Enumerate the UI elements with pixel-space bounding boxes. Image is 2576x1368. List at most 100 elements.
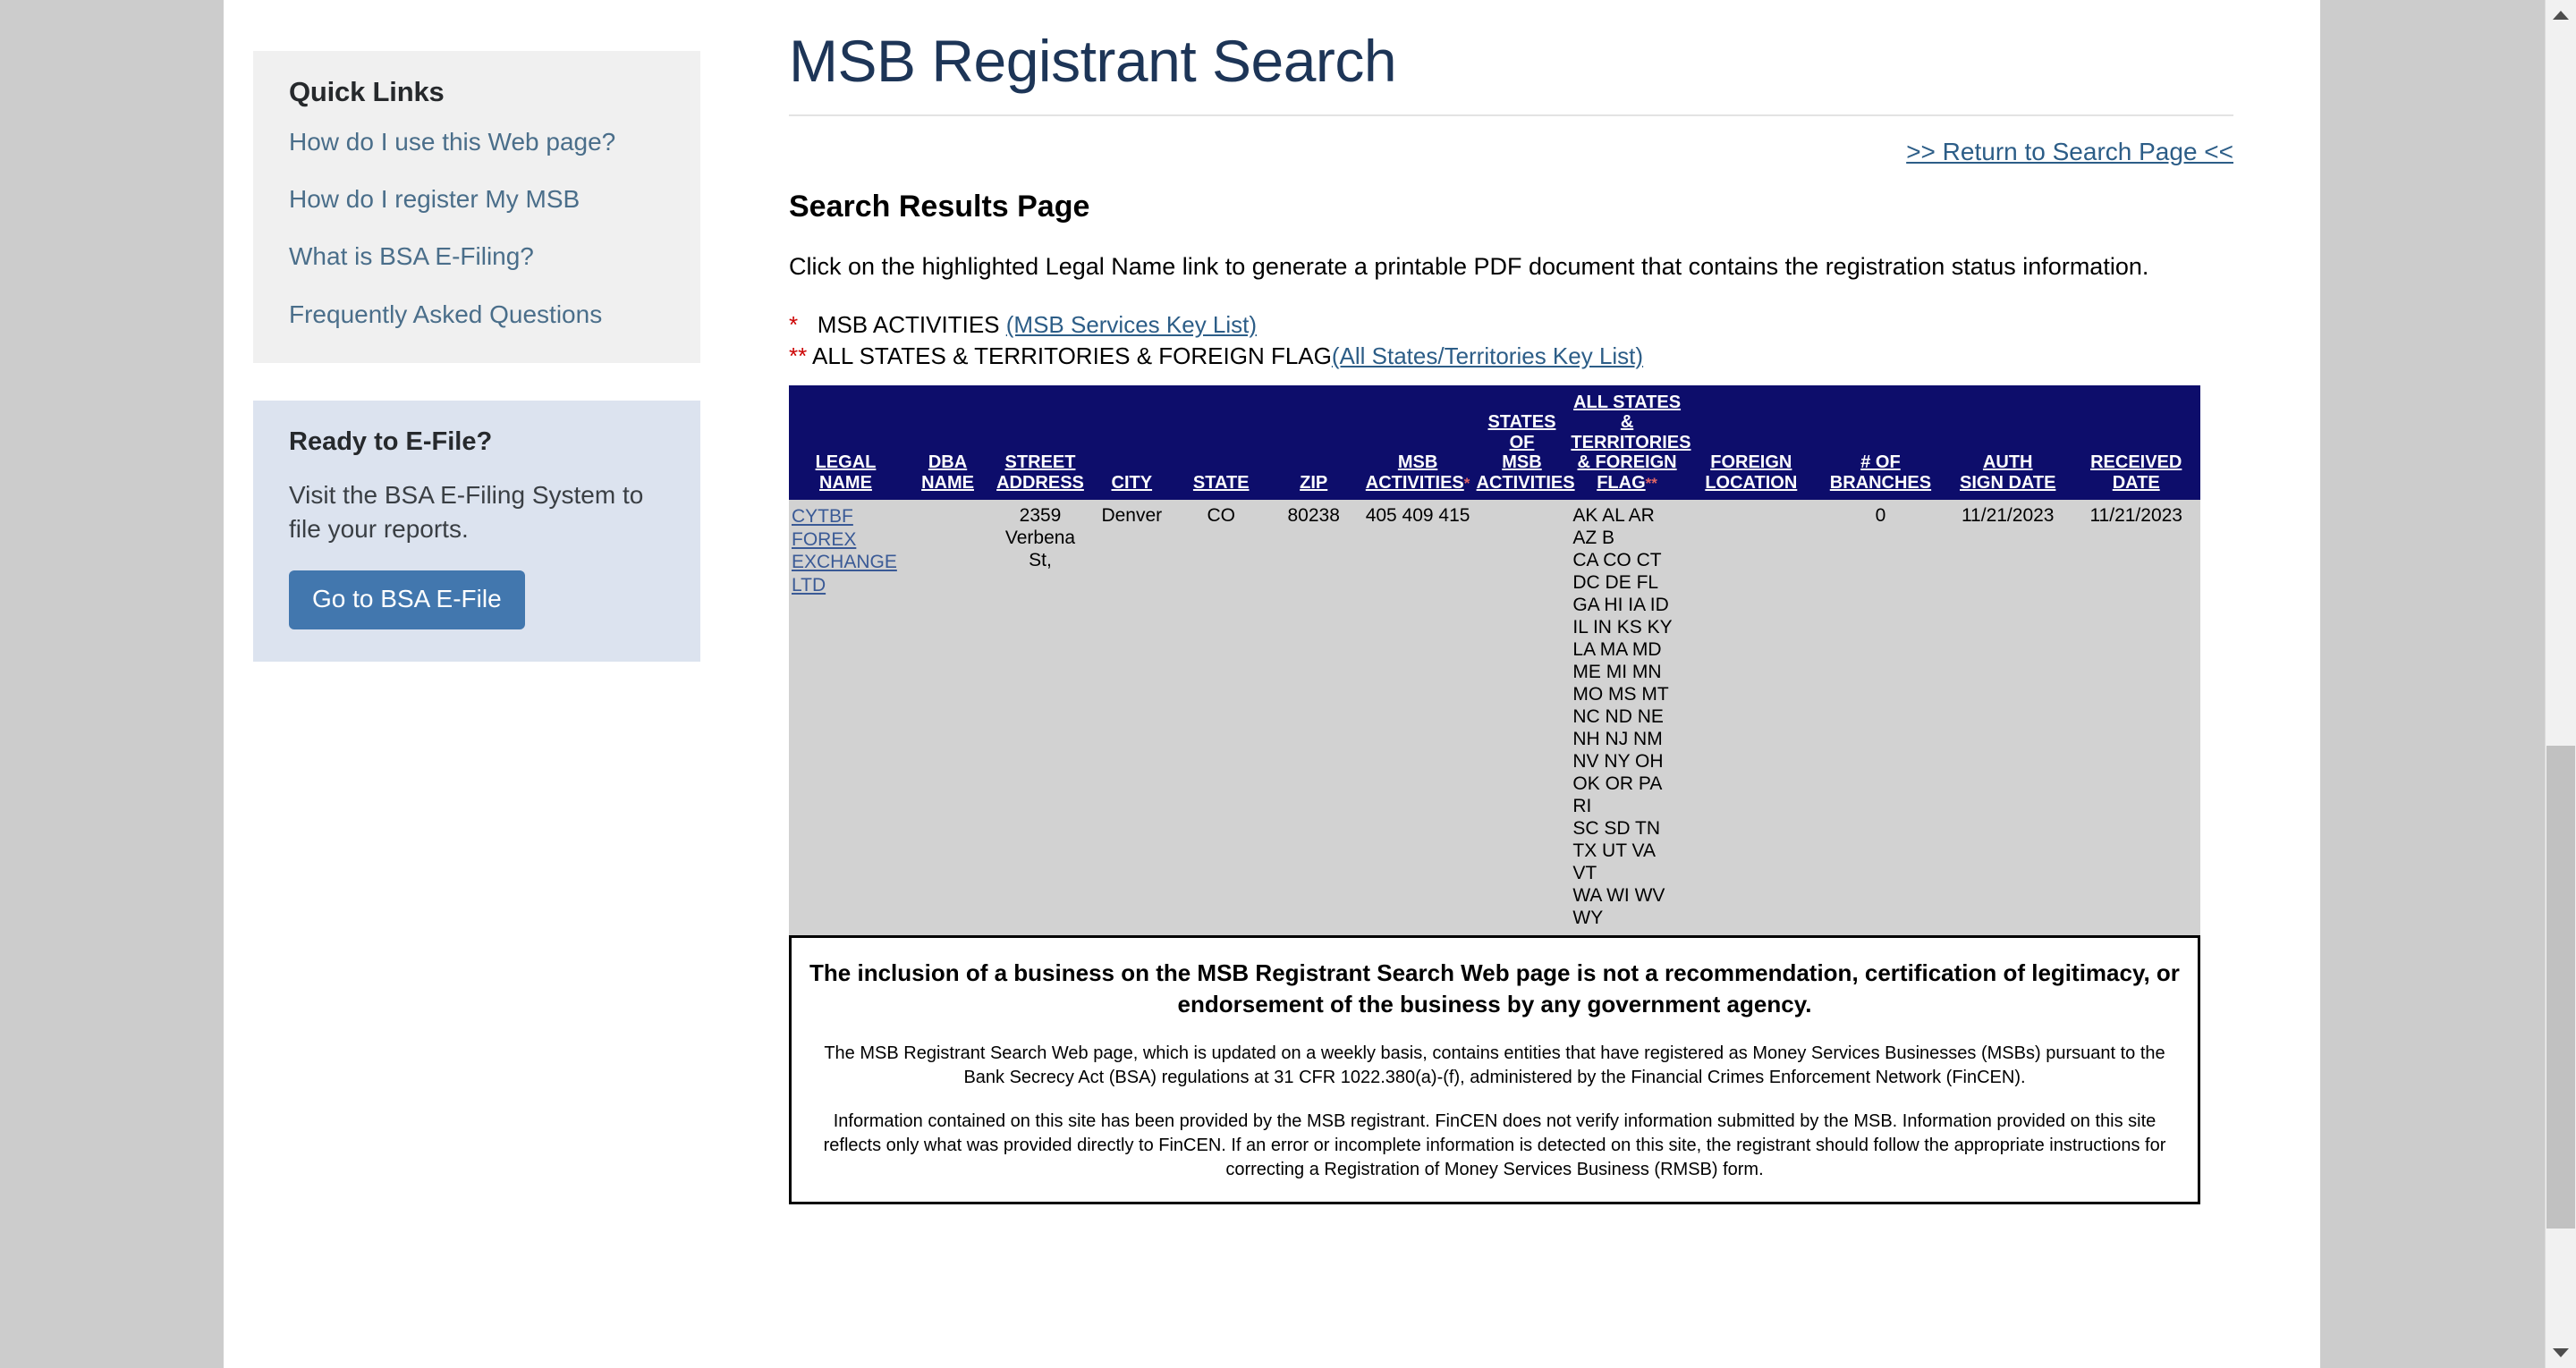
all-states-line: IL IN KS KY [1572, 616, 1673, 638]
column-header-msb-activities-star: * [1463, 474, 1470, 492]
table-row: CYTBF FOREX EXCHANGE LTD 2359 Verbena St… [789, 499, 2200, 935]
column-header-street-line1: STREET [1004, 452, 1076, 473]
all-states-line: WY [1572, 907, 1604, 928]
msb-services-key-list-link[interactable]: (MSB Services Key List) [1006, 311, 1257, 338]
legal-name-link-line2[interactable]: FOREX [792, 528, 899, 552]
ready-to-efile-panel: Ready to E-File? Visit the BSA E-Filing … [253, 400, 700, 663]
all-states-key-list-link[interactable]: (All States/Territories Key List) [1332, 342, 1643, 369]
scroll-down-arrow-icon[interactable] [2546, 1338, 2576, 1368]
column-header-branches-line1: # OF [1860, 452, 1901, 473]
disclaimer-heading: The inclusion of a business on the MSB R… [809, 958, 2180, 1018]
all-states-line: NH NJ NM [1572, 728, 1663, 749]
cell-legal-name: CYTBF FOREX EXCHANGE LTD [789, 499, 902, 935]
column-header-foreign-line1: FOREIGN [1710, 452, 1792, 473]
all-states-line: GA HI IA ID [1572, 594, 1669, 615]
legend-all-states-label: ALL STATES & TERRITORIES & FOREIGN FLAG [812, 342, 1332, 369]
all-states-line: ME MI MN [1572, 661, 1662, 682]
column-header-state-label: STATE [1192, 472, 1250, 493]
column-header-received-date[interactable]: RECEIVED DATE [2072, 385, 2200, 500]
cell-received-date: 11/21/2023 [2072, 499, 2200, 935]
column-header-allstates-line1: ALL STATES [1573, 392, 1682, 412]
all-states-line: WA WI WV [1572, 884, 1665, 906]
cell-zip: 80238 [1266, 499, 1361, 935]
street-address-line1: 2359 [1019, 504, 1062, 526]
column-header-state[interactable]: STATE [1175, 385, 1267, 500]
all-states-line: CA CO CT [1572, 549, 1662, 570]
column-header-states-of-msb-activities[interactable]: STATES OF MSB ACTIVITIES [1474, 385, 1575, 500]
legal-name-link-line3[interactable]: EXCHANGE [792, 551, 899, 574]
quick-links-panel: Quick Links How do I use this Web page? … [253, 51, 700, 363]
legend-msb-activities: * MSB ACTIVITIES (MSB Services Key List) [789, 311, 2238, 339]
page-title: MSB Registrant Search [789, 28, 1397, 94]
column-header-street-address[interactable]: STREET ADDRESS [993, 385, 1088, 500]
column-header-auth-line2: SIGN DATE [1960, 472, 2056, 493]
disclaimer-paragraph-2: Information contained on this site has b… [823, 1110, 2166, 1179]
column-header-msb-activities-line1: MSB [1397, 452, 1438, 473]
column-header-zip[interactable]: ZIP [1266, 385, 1361, 500]
all-states-line: SC SD TN [1572, 817, 1661, 839]
cell-auth-sign-date: 11/21/2023 [1943, 499, 2072, 935]
column-header-allstates-line5: FLAG [1597, 472, 1646, 493]
cell-city: Denver [1087, 499, 1176, 935]
cell-msb-activities: 405 409 415 [1360, 499, 1475, 935]
cell-num-branches: 0 [1817, 499, 1944, 935]
sidebar-item-faq[interactable]: Frequently Asked Questions [289, 300, 665, 329]
return-to-search-page-link[interactable]: >> Return to Search Page << [1906, 138, 2233, 165]
column-header-allstates-line4: & FOREIGN [1577, 452, 1677, 473]
all-states-line: MO MS MT [1572, 683, 1669, 705]
column-header-dba-name[interactable]: DBA NAME [902, 385, 994, 500]
column-header-street-line2: ADDRESS [996, 472, 1084, 493]
legend-all-states: ** ALL STATES & TERRITORIES & FOREIGN FL… [789, 342, 2238, 370]
sidebar: Quick Links How do I use this Web page? … [253, 51, 700, 663]
scroll-up-arrow-icon[interactable] [2546, 0, 2576, 30]
all-states-line: DC DE FL [1572, 571, 1659, 593]
all-states-line: OK OR PA RI [1572, 773, 1662, 816]
column-header-legal-name-label: LEGAL NAME [815, 452, 877, 493]
vertical-scrollbar[interactable] [2545, 0, 2576, 1368]
column-header-allstates-line2: & [1620, 412, 1634, 433]
legal-name-link-line4[interactable]: LTD [792, 574, 899, 597]
column-header-all-states-territories-foreign-flag[interactable]: ALL STATES & TERRITORIES & FOREIGN FLAG*… [1569, 385, 1690, 500]
column-header-states-line3: ACTIVITIES [1476, 472, 1575, 493]
column-header-zip-label: ZIP [1300, 472, 1328, 493]
column-header-allstates-line3: TERRITORIES [1571, 432, 1691, 452]
click-instruction-text: Click on the highlighted Legal Name link… [789, 253, 2149, 280]
all-states-line: NC ND NE [1572, 705, 1664, 727]
legal-name-link-line1[interactable]: CYTBF [792, 505, 899, 528]
column-header-foreign-location[interactable]: FOREIGN LOCATION [1684, 385, 1818, 500]
column-header-legal-name[interactable]: LEGAL NAME [789, 385, 902, 500]
column-header-states-line2: MSB [1502, 452, 1542, 473]
cell-all-states-territories-foreign-flag: AK AL AR AZ B CA CO CT DC DE FL GA HI IA… [1569, 499, 1685, 935]
column-header-num-branches[interactable]: # OF BRANCHES [1817, 385, 1944, 500]
column-header-allstates-star: ** [1645, 474, 1657, 492]
search-results-table: LEGAL NAME DBA NAME STREET ADDRESS CITY [789, 385, 2200, 935]
go-to-bsa-efile-button[interactable]: Go to BSA E-File [289, 570, 525, 630]
double-asterisk-marker: ** [789, 342, 808, 369]
disclaimer-box: The inclusion of a business on the MSB R… [789, 934, 2200, 1204]
cell-foreign-location [1684, 499, 1818, 935]
search-results-heading: Search Results Page [789, 190, 1090, 224]
all-states-line: LA MA MD [1572, 638, 1662, 660]
efile-panel-text: Visit the BSA E-Filing System to file yo… [289, 480, 644, 543]
disclaimer-paragraph-1: The MSB Registrant Search Web page, whic… [824, 1043, 2165, 1087]
column-header-branches-line2: BRANCHES [1829, 472, 1932, 493]
main-content: MSB Registrant Search >> Return to Searc… [789, 27, 2238, 1204]
column-header-received-line2: DATE [2112, 472, 2160, 493]
column-header-msb-activities[interactable]: MSB ACTIVITIES* [1360, 385, 1475, 500]
all-states-line: TX UT VA VT [1572, 840, 1655, 883]
scrollbar-thumb[interactable] [2546, 746, 2575, 1229]
efile-panel-title: Ready to E-File? [289, 426, 493, 456]
column-header-auth-sign-date[interactable]: AUTH SIGN DATE [1943, 385, 2072, 500]
column-header-msb-activities-line2: ACTIVITIES [1365, 472, 1464, 493]
column-header-city[interactable]: CITY [1087, 385, 1176, 500]
sidebar-item-how-to-register[interactable]: How do I register My MSB [289, 185, 665, 214]
column-header-received-line1: RECEIVED [2090, 452, 2182, 473]
sidebar-item-how-to-use[interactable]: How do I use this Web page? [289, 128, 665, 156]
column-header-states-line1: STATES OF [1487, 412, 1556, 452]
cell-street-address: 2359 Verbena St, [993, 499, 1088, 935]
sidebar-item-what-is-bsa-efiling[interactable]: What is BSA E-Filing? [289, 242, 665, 271]
single-asterisk-marker: * [789, 311, 799, 338]
column-header-dba-name-label: DBA NAME [921, 452, 974, 493]
cell-states-of-msb-activities [1474, 499, 1570, 935]
column-header-auth-line1: AUTH [1982, 452, 2033, 473]
